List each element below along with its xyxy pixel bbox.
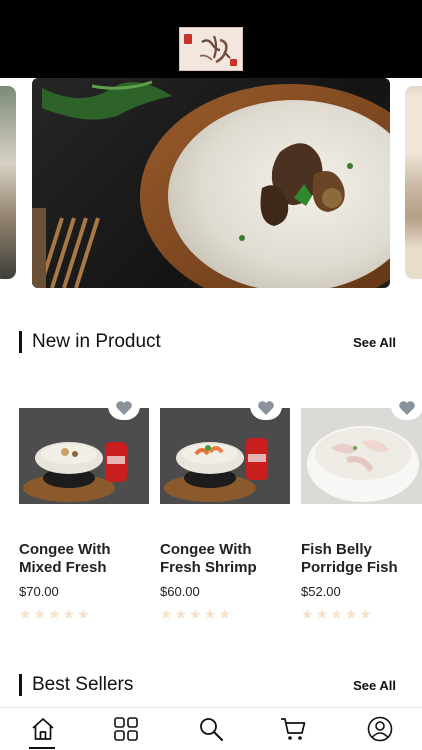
see-all-best-sellers-link[interactable]: See All: [353, 678, 396, 693]
star-icon: ★: [359, 606, 372, 622]
new-in-product-header: New in Product See All: [19, 330, 404, 356]
star-icon: ★: [189, 606, 202, 622]
heart-icon: [116, 401, 132, 415]
product-rating: ★ ★ ★ ★ ★: [19, 607, 90, 621]
best-sellers-header: Best Sellers See All: [19, 673, 404, 699]
section-accent-bar: [19, 331, 22, 353]
star-icon: ★: [33, 606, 47, 622]
star-icon: ★: [218, 606, 231, 622]
user-icon: [367, 716, 393, 742]
section-title: Best Sellers: [32, 674, 134, 695]
star-icon: ★: [48, 606, 61, 622]
section-title: New in Product: [32, 331, 161, 352]
product-name: Congee With Mixed Fresh: [19, 541, 111, 576]
product-name: Fish Belly Porridge Fish: [301, 541, 398, 576]
product-price: $60.00: [160, 584, 200, 599]
star-icon: ★: [160, 606, 173, 622]
heart-icon: [399, 401, 415, 415]
product-image: [19, 408, 149, 504]
search-icon: [200, 718, 223, 741]
nav-account-tab[interactable]: [365, 715, 395, 743]
star-icon: ★: [19, 606, 32, 622]
bottom-navigation: [0, 707, 422, 750]
star-icon: ★: [344, 606, 358, 622]
nav-search-tab[interactable]: [196, 715, 226, 743]
banner-slide-previous[interactable]: [0, 86, 16, 279]
product-price: $70.00: [19, 584, 59, 599]
logo-seal-mark: [230, 59, 237, 66]
favorite-button[interactable]: [250, 396, 282, 420]
app-header: [0, 0, 422, 78]
banner-slide-next[interactable]: [405, 86, 422, 279]
nav-cart-tab[interactable]: [278, 715, 308, 743]
product-rating: ★ ★ ★ ★ ★: [160, 607, 231, 621]
section-accent-bar: [19, 674, 22, 696]
porridge-shop-logo[interactable]: [179, 27, 243, 71]
logo-seal-mark: [184, 34, 192, 44]
star-icon: ★: [315, 606, 329, 622]
star-icon: ★: [62, 606, 76, 622]
product-image: [160, 408, 290, 504]
congee-bowl-image: [32, 80, 390, 288]
grid-icon: [114, 717, 138, 741]
star-icon: ★: [203, 606, 217, 622]
product-price: $52.00: [301, 584, 341, 599]
product-name: Congee With Fresh Shrimp: [160, 541, 257, 576]
see-all-new-in-link[interactable]: See All: [353, 335, 396, 350]
banner-slide-current[interactable]: [32, 78, 390, 288]
home-icon: [32, 718, 54, 740]
product-image: [301, 408, 422, 504]
favorite-button[interactable]: [108, 396, 140, 420]
favorite-button[interactable]: [391, 396, 422, 420]
star-icon: ★: [174, 606, 188, 622]
nav-categories-tab[interactable]: [111, 715, 141, 743]
product-rating: ★ ★ ★ ★ ★: [301, 607, 372, 621]
heart-icon: [258, 401, 274, 415]
cart-icon: [281, 718, 306, 740]
star-icon: ★: [77, 606, 90, 622]
nav-home-tab[interactable]: [28, 715, 58, 749]
star-icon: ★: [301, 606, 314, 622]
star-icon: ★: [330, 606, 343, 622]
